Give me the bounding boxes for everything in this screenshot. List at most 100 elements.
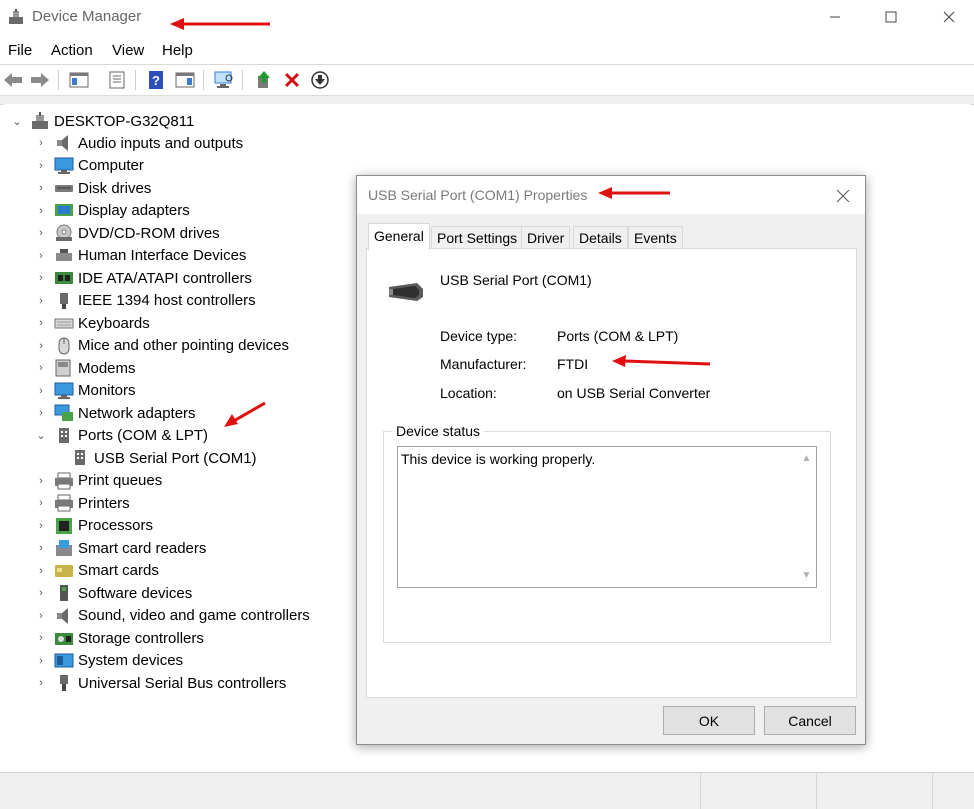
expand-chevron-icon[interactable]: › [34, 205, 48, 217]
tree-category-sound-video-and-game-controllers[interactable]: › Sound, video and game controllers [34, 605, 310, 627]
tree-item-label: IEEE 1394 host controllers [78, 292, 256, 309]
status-scrollbar[interactable]: ▲ ▼ [798, 448, 815, 586]
tree-category-processors[interactable]: › Processors [34, 515, 153, 537]
ieee1394-icon [60, 292, 68, 309]
expand-chevron-icon[interactable]: › [34, 587, 48, 599]
scan-hardware-icon[interactable] [213, 69, 235, 91]
menu-help[interactable]: Help [162, 42, 193, 59]
tree-category-modems[interactable]: › Modems [34, 357, 136, 379]
cancel-button[interactable]: Cancel [764, 706, 856, 735]
tab-details[interactable]: Details [573, 226, 628, 249]
expand-chevron-icon[interactable]: › [34, 610, 48, 622]
expand-chevron-icon[interactable]: › [34, 250, 48, 262]
disable-device-icon[interactable] [309, 69, 331, 91]
tree-category-smart-cards[interactable]: › Smart cards [34, 560, 159, 582]
expand-chevron-icon[interactable]: › [34, 137, 48, 149]
menu-divider [0, 64, 974, 65]
expand-chevron-icon[interactable]: › [34, 565, 48, 577]
tree-category-keyboards[interactable]: › Keyboards [34, 312, 150, 334]
tree-category-mice-and-other-pointing-devices[interactable]: › Mice and other pointing devices [34, 335, 289, 357]
tree-category-dvd-cd-rom-drives[interactable]: › DVD/CD-ROM drives [34, 222, 220, 244]
tree-category-monitors[interactable]: › Monitors [34, 380, 136, 402]
smart-card-reader-icon [56, 540, 72, 556]
properties-icon[interactable] [106, 69, 128, 91]
menu-action[interactable]: Action [51, 42, 93, 59]
tree-category-storage-controllers[interactable]: › Storage controllers [34, 627, 204, 649]
expand-chevron-icon[interactable]: › [34, 295, 48, 307]
tab-events[interactable]: Events [628, 226, 683, 249]
tree-category-audio-inputs-and-outputs[interactable]: › Audio inputs and outputs [34, 132, 243, 154]
device-status-legend: Device status [392, 423, 485, 439]
forward-icon[interactable] [29, 69, 51, 91]
usb-icon [60, 675, 68, 691]
collapse-chevron-icon[interactable]: ⌄ [10, 115, 24, 128]
expand-chevron-icon[interactable]: › [34, 362, 48, 374]
show-hide-console-tree-icon[interactable] [68, 69, 90, 91]
expand-chevron-icon[interactable]: › [34, 677, 48, 689]
expand-chevron-icon[interactable]: › [34, 632, 48, 644]
annotation-arrow-dialog-title [598, 187, 670, 199]
expand-chevron-icon[interactable]: › [34, 407, 48, 419]
status-cell [816, 773, 818, 809]
expand-chevron-icon[interactable]: › [34, 317, 48, 329]
scroll-down-icon[interactable]: ▼ [798, 567, 815, 584]
tree-item-label: Processors [78, 517, 154, 534]
tab-general[interactable]: General [368, 223, 430, 250]
expand-chevron-icon[interactable]: › [34, 497, 48, 509]
tree-category-disk-drives[interactable]: › Disk drives [34, 177, 151, 199]
expand-chevron-icon[interactable]: › [34, 520, 48, 532]
tree-category-human-interface-devices[interactable]: › Human Interface Devices [34, 245, 246, 267]
help-icon[interactable]: ? [145, 69, 167, 91]
window-title: Device Manager [32, 8, 142, 25]
expand-chevron-icon[interactable]: › [34, 160, 48, 172]
maximize-button[interactable] [868, 0, 914, 34]
minimize-button[interactable] [812, 0, 858, 34]
tree-category-network-adapters[interactable]: › Network adapters [34, 402, 196, 424]
expand-chevron-icon[interactable]: › [34, 272, 48, 284]
dialog-close-button[interactable] [831, 184, 855, 208]
tree-category-printers[interactable]: › Printers [34, 492, 130, 514]
tree-category-smart-card-readers[interactable]: › Smart card readers [34, 537, 206, 559]
expand-chevron-icon[interactable]: › [34, 227, 48, 239]
menu-view[interactable]: View [112, 42, 144, 59]
software-device-icon [60, 585, 68, 601]
expand-chevron-icon[interactable]: › [34, 340, 48, 352]
expand-chevron-icon[interactable]: › [34, 182, 48, 194]
tree-category-software-devices[interactable]: › Software devices [34, 582, 192, 604]
tree-category-ports-com-lpt[interactable]: ⌄ Ports (COM & LPT) [34, 425, 208, 447]
tree-item-label: Mice and other pointing devices [78, 337, 289, 354]
back-icon[interactable] [2, 69, 24, 91]
update-driver-icon[interactable] [253, 69, 275, 91]
tree-device-usb-serial-port-com1[interactable]: USB Serial Port (COM1) [64, 447, 257, 469]
tree-category-system-devices[interactable]: › System devices [34, 650, 183, 672]
tree-item-label: Display adapters [78, 202, 190, 219]
collapse-chevron-icon[interactable]: ⌄ [34, 429, 48, 442]
tree-category-ieee-1394-host-controllers[interactable]: › IEEE 1394 host controllers [34, 290, 256, 312]
tree-category-print-queues[interactable]: › Print queues [34, 470, 162, 492]
device-type-value: Ports (COM & LPT) [557, 328, 679, 344]
tab-port-settings[interactable]: Port Settings [431, 226, 524, 249]
uninstall-icon[interactable] [281, 69, 303, 91]
expand-chevron-icon[interactable]: › [34, 542, 48, 554]
close-button[interactable] [926, 0, 972, 34]
storage-controller-icon [55, 633, 73, 645]
expand-chevron-icon[interactable]: › [34, 385, 48, 397]
device-type-label: Device type: [440, 328, 518, 344]
tree-item-label: Computer [78, 157, 144, 174]
menu-file[interactable]: File [8, 42, 32, 59]
tree-category-display-adapters[interactable]: › Display adapters [34, 200, 190, 222]
toolbar-separator [203, 70, 204, 90]
tree-category-universal-serial-bus-controllers[interactable]: › Universal Serial Bus controllers [34, 672, 286, 694]
tree-item-label: Human Interface Devices [78, 247, 247, 264]
expand-chevron-icon[interactable]: › [34, 655, 48, 667]
title-bar: Device Manager [0, 0, 974, 36]
device-status-textbox[interactable]: This device is working properly. ▲ ▼ [397, 446, 817, 588]
tab-driver[interactable]: Driver [521, 226, 571, 249]
tree-category-computer[interactable]: › Computer [34, 155, 144, 177]
tree-root[interactable]: ⌄ DESKTOP-G32Q811 [10, 110, 194, 132]
ok-button[interactable]: OK [663, 706, 755, 735]
scroll-up-icon[interactable]: ▲ [798, 450, 815, 467]
expand-chevron-icon[interactable]: › [34, 475, 48, 487]
action-pane-icon[interactable] [174, 69, 196, 91]
tree-category-ide-ata-atapi-controllers[interactable]: › IDE ATA/ATAPI controllers [34, 267, 252, 289]
